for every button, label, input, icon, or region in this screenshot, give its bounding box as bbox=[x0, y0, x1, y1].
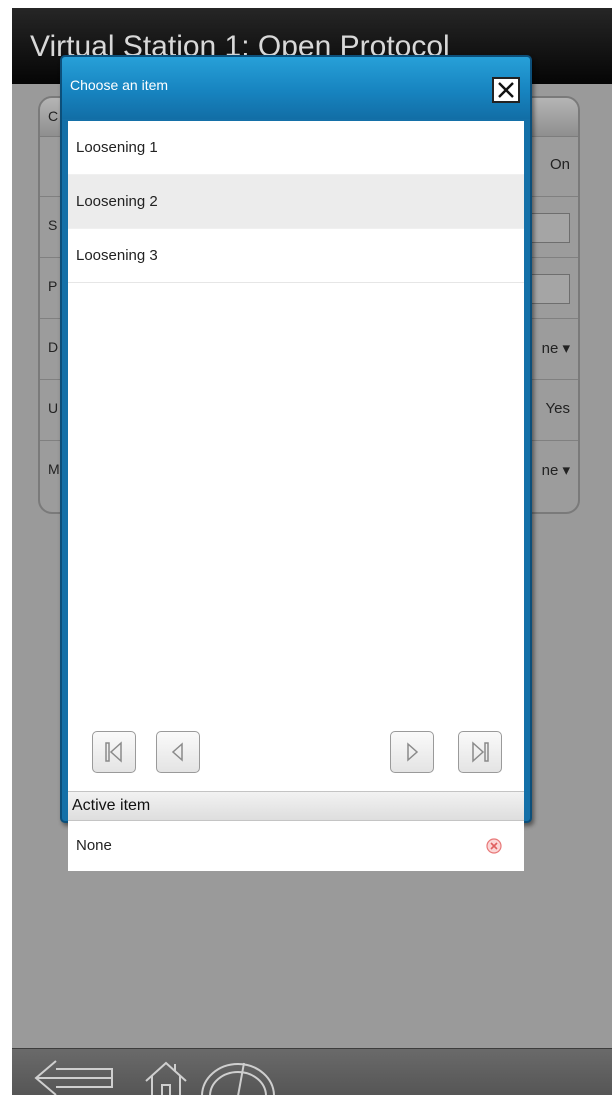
first-page-icon bbox=[105, 741, 122, 763]
settings-row-label: P bbox=[48, 278, 58, 294]
active-item-row: None bbox=[68, 821, 524, 871]
settings-panel-title: C bbox=[48, 108, 59, 124]
settings-row-label: U bbox=[48, 400, 59, 416]
previous-page-icon bbox=[171, 742, 183, 762]
item-list-panel: Loosening 1 Loosening 2 Loosening 3 Acti… bbox=[68, 121, 524, 871]
choose-item-dialog: Choose an item Loosening 1 Loosening 2 L… bbox=[60, 55, 532, 871]
settings-row-value: On bbox=[549, 156, 570, 173]
last-page-button[interactable] bbox=[458, 731, 502, 773]
settings-row-label: D bbox=[48, 339, 59, 355]
gauge-icon[interactable] bbox=[198, 1059, 278, 1095]
clear-icon[interactable] bbox=[486, 838, 502, 854]
settings-row-label: M bbox=[48, 461, 60, 477]
close-button[interactable] bbox=[492, 77, 520, 103]
settings-row-label: S bbox=[48, 217, 58, 233]
dialog-titlebar: Choose an item bbox=[62, 57, 530, 119]
first-page-button[interactable] bbox=[92, 731, 136, 773]
next-page-icon bbox=[407, 742, 419, 762]
bottom-toolbar bbox=[12, 1048, 612, 1095]
settings-dropdown[interactable]: ne ▾ bbox=[542, 461, 570, 479]
next-page-button[interactable] bbox=[390, 731, 434, 773]
list-item[interactable]: Loosening 1 bbox=[68, 121, 524, 175]
close-icon bbox=[498, 82, 514, 98]
dialog-title: Choose an item bbox=[70, 77, 169, 93]
active-item-value: None bbox=[76, 837, 112, 854]
previous-page-button[interactable] bbox=[156, 731, 200, 773]
list-item[interactable]: Loosening 2 bbox=[68, 175, 524, 229]
settings-dropdown[interactable]: ne ▾ bbox=[542, 339, 570, 357]
back-arrow-icon[interactable] bbox=[34, 1059, 114, 1095]
active-item-header: Active item bbox=[68, 791, 524, 821]
last-page-icon bbox=[472, 741, 489, 763]
home-icon[interactable] bbox=[142, 1059, 190, 1095]
settings-row-value: Yes bbox=[545, 400, 570, 417]
list-item[interactable]: Loosening 3 bbox=[68, 229, 524, 283]
